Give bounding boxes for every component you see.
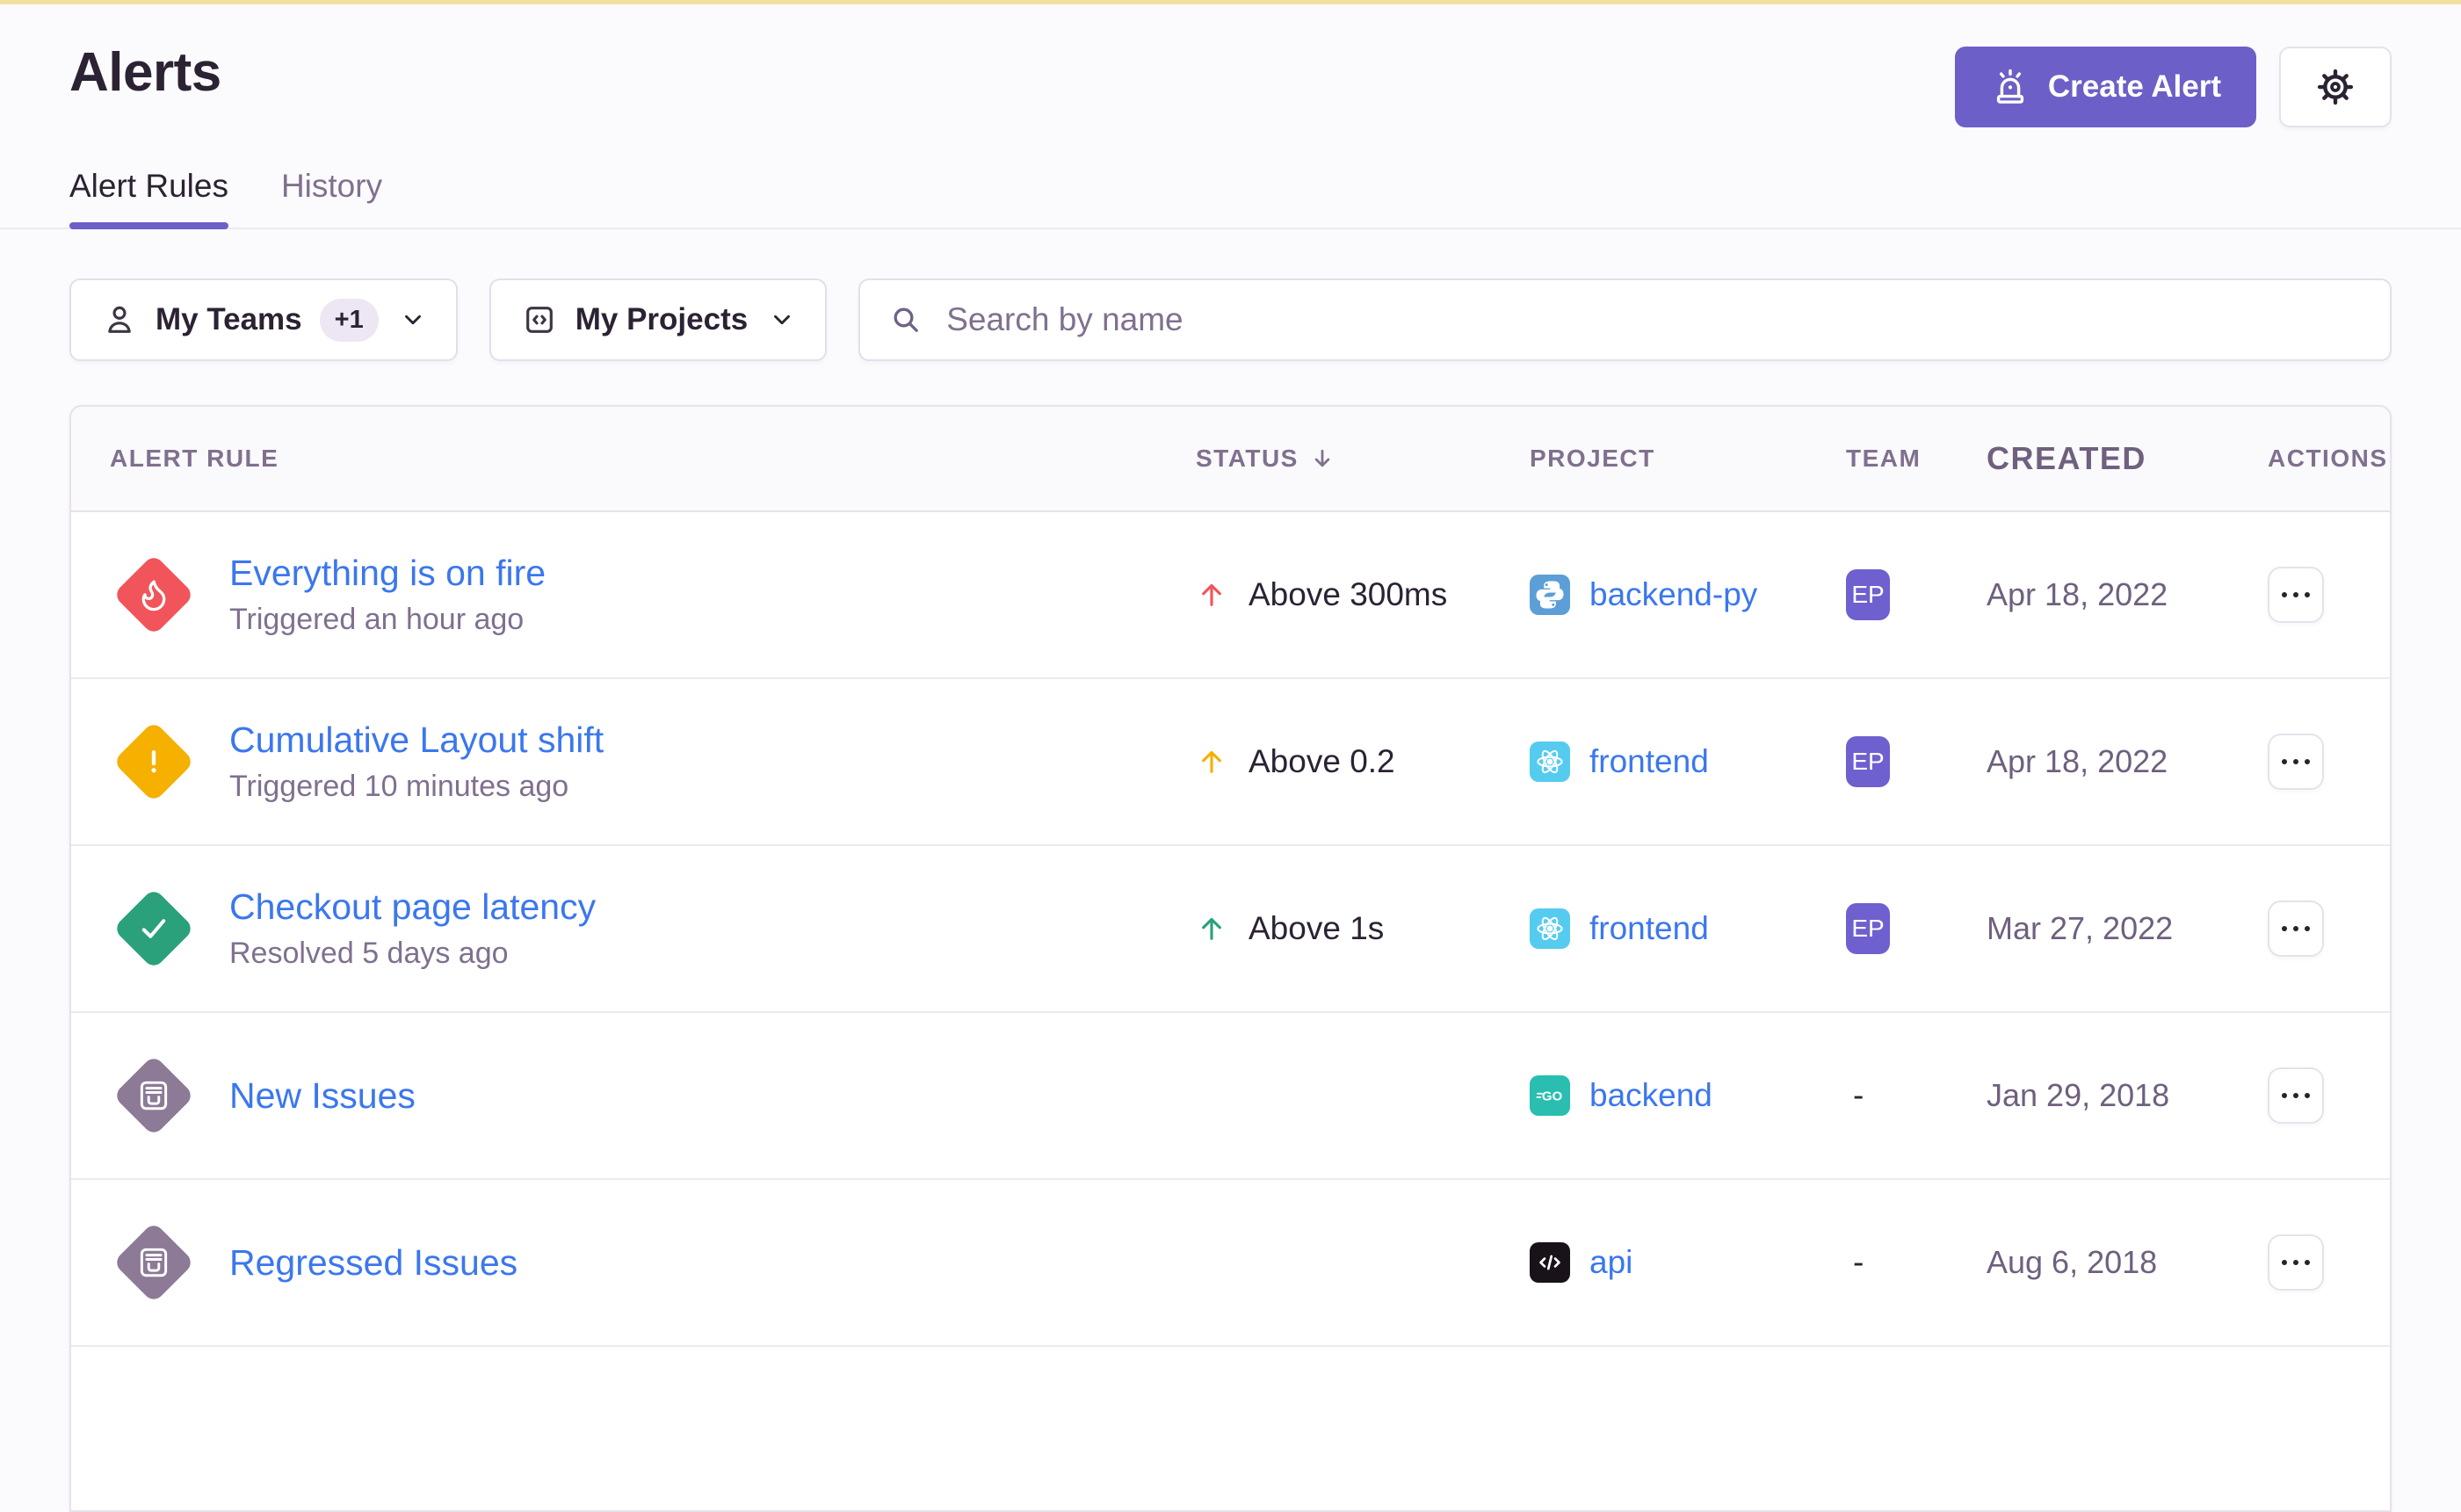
teams-extra-count-badge: +1 <box>320 299 379 342</box>
alert-rule-link[interactable]: Checkout page latency <box>229 886 596 928</box>
project-platform-icon <box>1530 575 1570 615</box>
team-cell: - <box>1846 1077 1987 1114</box>
project-platform-icon <box>1530 742 1570 782</box>
project-platform-icon: GO <box>1530 1075 1570 1116</box>
team-badge: EP <box>1846 736 1890 787</box>
status-threshold-text: Above 300ms <box>1249 576 1447 613</box>
gear-icon <box>2313 65 2357 109</box>
column-header-team: TEAM <box>1846 445 1987 473</box>
trend-up-arrow-icon <box>1196 908 1227 950</box>
created-date: Jan 29, 2018 <box>1987 1077 2241 1114</box>
project-icon <box>521 301 558 338</box>
status-cell: Above 0.2 <box>1196 741 1395 783</box>
trend-up-arrow-icon <box>1196 741 1227 783</box>
project-link[interactable]: backend-py <box>1589 576 1757 613</box>
team-empty: - <box>1846 1244 1864 1281</box>
team-cell: EP <box>1846 569 1987 620</box>
row-actions-button[interactable] <box>2268 901 2324 957</box>
trend-up-arrow-icon <box>1196 574 1227 616</box>
project-platform-icon <box>1530 1242 1570 1283</box>
tab-alert-rules[interactable]: Alert Rules <box>69 168 228 228</box>
page-header: Alerts Create Alert <box>0 4 2461 127</box>
alert-rule-link[interactable]: New Issues <box>229 1075 416 1117</box>
table-row: New Issues GO backend - Jan 29, 2018 <box>71 1013 2390 1180</box>
created-date: Aug 6, 2018 <box>1987 1244 2241 1281</box>
alert-rule-subtitle: Resolved 5 days ago <box>229 937 596 971</box>
table-row: Checkout page latency Resolved 5 days ag… <box>71 846 2390 1013</box>
chevron-down-icon <box>400 307 426 333</box>
team-cell: EP <box>1846 736 1987 787</box>
alert-rule-link[interactable]: Regressed Issues <box>229 1242 518 1284</box>
alert-rule-link[interactable]: Cumulative Layout shift <box>229 720 604 761</box>
siren-icon <box>1990 67 2030 107</box>
team-cell: EP <box>1846 903 1987 954</box>
alert-rule-subtitle: Triggered an hour ago <box>229 603 546 637</box>
alert-status-diamond <box>110 566 198 624</box>
alert-type-icon <box>135 743 172 780</box>
search-icon <box>888 302 923 337</box>
column-header-project: PROJECT <box>1530 445 1846 473</box>
column-header-alert-rule: ALERT RULE <box>71 445 1196 473</box>
svg-text:GO: GO <box>1542 1089 1563 1104</box>
chevron-down-icon <box>769 307 795 333</box>
alert-status-diamond <box>110 1233 198 1291</box>
teams-filter-dropdown[interactable]: My Teams +1 <box>69 279 458 361</box>
filter-bar: My Teams +1 My Projects <box>0 279 2461 361</box>
project-link[interactable]: frontend <box>1589 910 1709 947</box>
created-date: Apr 18, 2022 <box>1987 743 2241 780</box>
projects-filter-dropdown[interactable]: My Projects <box>489 279 827 361</box>
row-actions-button[interactable] <box>2268 1234 2324 1291</box>
team-badge: EP <box>1846 903 1890 954</box>
search-box <box>858 279 2392 361</box>
alert-type-icon <box>135 910 172 947</box>
teams-filter-label: My Teams <box>156 302 302 337</box>
status-threshold-text: Above 0.2 <box>1249 743 1395 780</box>
project-link[interactable]: api <box>1589 1244 1632 1281</box>
status-threshold-text: Above 1s <box>1249 910 1384 947</box>
row-actions-button[interactable] <box>2268 734 2324 790</box>
alert-rules-table: ALERT RULE STATUS PROJECT TEAM CREATED A… <box>69 405 2392 1512</box>
next-row-partial <box>71 1347 2390 1426</box>
column-header-created: CREATED <box>1987 440 2241 477</box>
column-header-status[interactable]: STATUS <box>1196 445 1530 473</box>
create-alert-button[interactable]: Create Alert <box>1955 47 2256 127</box>
column-header-actions: ACTIONS <box>2241 445 2390 473</box>
projects-filter-label: My Projects <box>575 302 748 337</box>
settings-button[interactable] <box>2279 47 2392 127</box>
alert-rule-subtitle: Triggered 10 minutes ago <box>229 770 604 804</box>
team-empty: - <box>1846 1077 1864 1114</box>
alert-status-diamond <box>110 1067 198 1125</box>
table-header: ALERT RULE STATUS PROJECT TEAM CREATED A… <box>71 407 2390 512</box>
status-cell: Above 300ms <box>1196 574 1447 616</box>
alert-status-diamond <box>110 733 198 791</box>
project-link[interactable]: backend <box>1589 1077 1712 1114</box>
alert-type-icon <box>135 1077 172 1114</box>
alert-status-diamond <box>110 900 198 958</box>
sort-descending-icon <box>1309 445 1335 472</box>
create-alert-label: Create Alert <box>2048 69 2221 105</box>
header-actions: Create Alert <box>1955 47 2392 127</box>
row-actions-button[interactable] <box>2268 1067 2324 1124</box>
alert-rule-link[interactable]: Everything is on fire <box>229 553 546 594</box>
team-cell: - <box>1846 1244 1987 1281</box>
alert-type-icon <box>135 576 172 613</box>
table-row: Regressed Issues api - Aug 6, 2018 <box>71 1180 2390 1347</box>
row-actions-button[interactable] <box>2268 567 2324 623</box>
tab-history[interactable]: History <box>281 168 382 228</box>
table-row: Everything is on fire Triggered an hour … <box>71 512 2390 679</box>
tabs-bar: Alert Rules History <box>0 168 2461 229</box>
created-date: Apr 18, 2022 <box>1987 576 2241 613</box>
project-link[interactable]: frontend <box>1589 743 1709 780</box>
project-platform-icon <box>1530 908 1570 949</box>
status-cell: Above 1s <box>1196 908 1384 950</box>
search-input[interactable] <box>945 300 2362 339</box>
alert-type-icon <box>135 1244 172 1281</box>
created-date: Mar 27, 2022 <box>1987 910 2241 947</box>
team-badge: EP <box>1846 569 1890 620</box>
table-body: Everything is on fire Triggered an hour … <box>71 512 2390 1347</box>
page-title: Alerts <box>69 41 221 104</box>
user-icon <box>101 301 138 338</box>
table-row: Cumulative Layout shift Triggered 10 min… <box>71 679 2390 846</box>
